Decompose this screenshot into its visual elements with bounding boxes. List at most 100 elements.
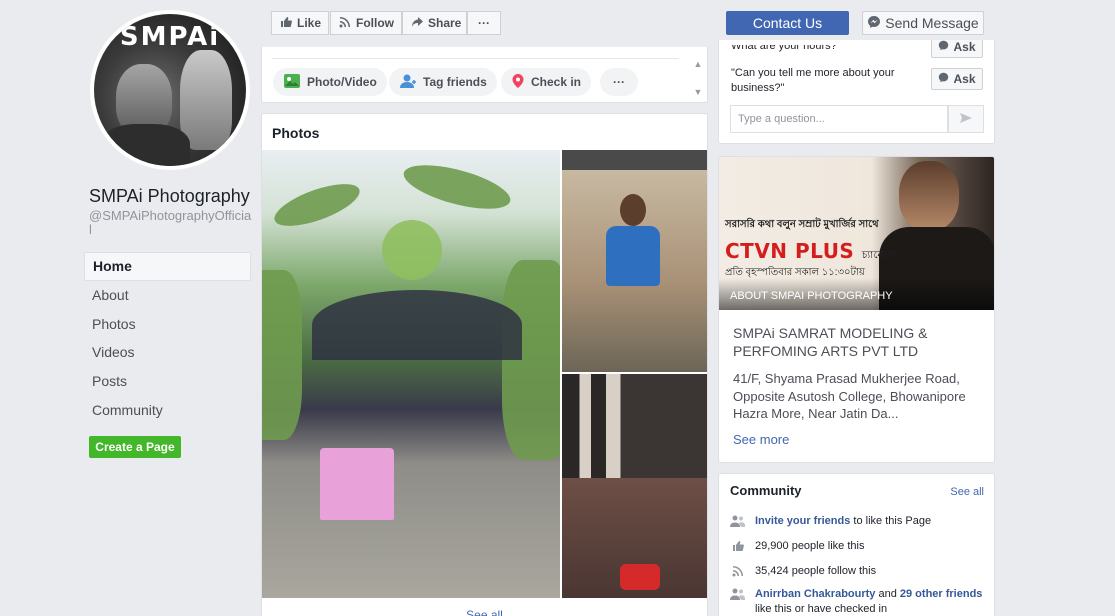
avatar-figure xyxy=(180,50,232,150)
photo-detail xyxy=(399,156,515,218)
community-row: Invite your friends to like this Page xyxy=(730,514,985,529)
faq-question: "Can you tell me more about your busines… xyxy=(731,67,895,94)
divider xyxy=(272,58,679,59)
send-question-button[interactable] xyxy=(948,105,984,133)
photo-detail xyxy=(620,564,660,590)
people-icon xyxy=(730,587,746,601)
photo-detail xyxy=(382,220,442,280)
address: 41/F, Shyama Prasad Mukherjee Road, Oppo… xyxy=(733,371,966,421)
send-message-label: Send Message xyxy=(885,15,979,31)
photo-icon xyxy=(283,73,301,92)
photos-see-all-link[interactable]: See all xyxy=(262,608,707,616)
photo-detail xyxy=(320,448,394,520)
follows-count: 35,424 people follow this xyxy=(755,565,877,577)
rss-icon xyxy=(730,564,746,578)
location-pin-icon xyxy=(511,73,525,92)
more-options-button[interactable]: ··· xyxy=(467,11,501,35)
banner-brand: CTVN PLUS চ্যানেলে xyxy=(725,239,896,265)
chevron-down-icon[interactable]: ▼ xyxy=(689,85,707,99)
community-card: Community See all Invite your friends to… xyxy=(718,473,995,616)
banner-brand-name: CTVN PLUS xyxy=(725,239,855,263)
rss-icon xyxy=(339,16,351,31)
nav-item-videos[interactable]: Videos xyxy=(84,338,251,367)
messenger-icon xyxy=(938,72,949,86)
nav-item-posts[interactable]: Posts xyxy=(84,367,251,396)
composer-scrollbar[interactable]: ▲ ▼ xyxy=(689,57,707,101)
banner-brand-suffix: চ্যানেলে xyxy=(861,250,896,261)
likes-count: 29,900 people like this xyxy=(755,540,865,552)
photo-thumbnail[interactable] xyxy=(562,150,707,372)
share-label: Share xyxy=(428,16,462,30)
photo-detail xyxy=(620,194,646,226)
community-see-all-link[interactable]: See all xyxy=(950,486,984,498)
composer-more-button[interactable]: ··· xyxy=(600,68,638,96)
banner-text: সরাসরি কথা বলুন সম্রাট মুখার্জির সাথে xyxy=(725,219,879,230)
tag-friends-label: Tag friends xyxy=(423,75,487,89)
share-button[interactable]: Share xyxy=(402,11,467,35)
nav-item-community[interactable]: Community xyxy=(84,395,251,424)
like-button[interactable]: Like xyxy=(271,11,329,35)
about-banner[interactable]: সরাসরি কথা বলুন সম্রাট মুখার্জির সাথে CT… xyxy=(719,157,994,310)
check-in-label: Check in xyxy=(531,75,582,89)
question-input[interactable]: Type a question... xyxy=(730,105,948,133)
tag-friends-button[interactable]: Tag friends xyxy=(389,68,497,96)
friend-name-link[interactable]: Anirrban Chakrabourty xyxy=(755,588,875,600)
ask-label: Ask xyxy=(953,40,976,54)
photos-title[interactable]: Photos xyxy=(272,125,319,141)
photos-card: Photos See all xyxy=(261,113,708,616)
friend-and: and xyxy=(875,588,900,600)
people-icon xyxy=(730,514,746,528)
ask-button[interactable]: Ask xyxy=(931,40,983,58)
see-more-link[interactable]: See more xyxy=(733,432,789,447)
photo-detail xyxy=(606,226,660,286)
page-title[interactable]: SMPAi Photography xyxy=(89,186,250,207)
nav-item-photos[interactable]: Photos xyxy=(84,309,251,338)
community-row: 29,900 people like this xyxy=(730,539,985,554)
like-label: Like xyxy=(297,16,322,30)
nav-item-home[interactable]: Home xyxy=(84,252,251,281)
photo-video-label: Photo/Video xyxy=(307,75,377,89)
photo-detail xyxy=(269,175,365,235)
photo-thumbnail[interactable] xyxy=(262,150,560,598)
thumbs-up-icon xyxy=(730,539,746,553)
faq-question: What are your hours? xyxy=(731,40,837,52)
composer-more-label: ··· xyxy=(613,75,625,89)
community-row: Anirrban Chakrabourty and 29 other frien… xyxy=(730,587,985,616)
other-friends-link[interactable]: 29 other friends xyxy=(900,588,983,600)
photo-detail xyxy=(502,260,560,460)
about-card: সরাসরি কথা বলুন সম্রাট মুখার্জির সাথে CT… xyxy=(718,156,995,463)
banner-figure xyxy=(899,161,959,231)
ask-button[interactable]: Ask xyxy=(931,68,983,90)
avatar-brand-text: SMPAi xyxy=(119,22,221,52)
follow-button[interactable]: Follow xyxy=(330,11,402,35)
send-arrow-icon xyxy=(959,112,973,127)
thumbs-up-icon xyxy=(280,16,292,31)
tag-friends-icon xyxy=(399,73,417,92)
avatar-figure xyxy=(100,124,190,166)
profile-picture[interactable]: SMPAi xyxy=(90,10,250,170)
faq-card: What are your hours? Ask "Can you tell m… xyxy=(718,40,995,144)
more-label: ··· xyxy=(478,16,490,30)
contact-us-button[interactable]: Contact Us xyxy=(726,11,849,35)
company-name: SMPAi SAMRAT MODELING & PERFOMING ARTS P… xyxy=(733,325,928,359)
check-in-button[interactable]: Check in xyxy=(501,68,592,96)
send-message-button[interactable]: Send Message xyxy=(862,11,984,35)
avatar: SMPAi xyxy=(94,14,246,166)
post-composer: Photo/Video Tag friends Check in ··· ▲ ▼ xyxy=(261,47,708,103)
photo-detail xyxy=(312,290,522,360)
photo-video-button[interactable]: Photo/Video xyxy=(273,68,387,96)
share-arrow-icon xyxy=(411,16,423,31)
about-banner-label: ABOUT SMPAI PHOTOGRAPHY xyxy=(730,290,893,302)
chevron-up-icon[interactable]: ▲ xyxy=(689,57,707,71)
community-row: 35,424 people follow this xyxy=(730,564,985,579)
photo-thumbnail[interactable] xyxy=(562,374,707,598)
friend-rest: like this or have checked in xyxy=(755,603,888,615)
invite-friends-link[interactable]: Invite your friends xyxy=(755,515,850,527)
ask-label: Ask xyxy=(953,72,976,86)
create-page-button[interactable]: Create a Page xyxy=(89,436,181,458)
community-title: Community xyxy=(730,483,802,498)
page-handle[interactable]: @SMPAiPhotographyOfficial xyxy=(89,209,254,237)
nav-item-about[interactable]: About xyxy=(84,281,251,310)
messenger-icon xyxy=(938,40,949,54)
photo-detail xyxy=(262,270,302,440)
